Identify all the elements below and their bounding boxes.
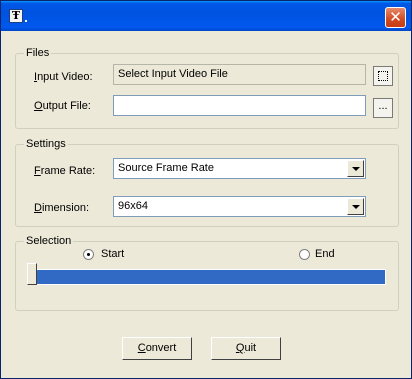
title-bar[interactable]: Ŧ ✕ — [1, 1, 411, 31]
output-file-label: Output File: — [34, 100, 91, 112]
chevron-down-icon[interactable] — [347, 160, 364, 177]
output-file-browse-button[interactable]: ... — [373, 98, 393, 118]
close-button[interactable]: ✕ — [385, 7, 406, 28]
selection-legend: Selection — [24, 234, 74, 248]
app-icon[interactable]: Ŧ — [9, 9, 23, 23]
frame-rate-label: Frame Rate: — [34, 165, 96, 177]
quit-button-label: uit — [244, 342, 257, 354]
frame-rate-value: Source Frame Rate — [118, 162, 214, 174]
frame-rate-label-text: rame Rate: — [40, 165, 96, 177]
dimension-label: Dimension: — [34, 202, 90, 214]
settings-legend: Settings — [24, 137, 68, 151]
input-video-label: Input Video: — [34, 71, 93, 83]
dimension-select[interactable]: 96x64 — [113, 196, 366, 217]
quit-button[interactable]: Quit — [211, 337, 281, 360]
focus-rect-icon — [378, 71, 388, 81]
output-file-field[interactable] — [113, 95, 366, 116]
output-file-label-text: utput File: — [42, 100, 91, 112]
chevron-down-icon[interactable] — [347, 198, 364, 215]
end-radio[interactable] — [299, 249, 310, 260]
input-video-field[interactable]: Select Input Video File — [113, 64, 366, 85]
dimension-label-text: imension: — [41, 202, 90, 214]
selection-slider-thumb[interactable] — [27, 263, 37, 285]
title-dot — [25, 20, 27, 22]
end-radio-label[interactable]: End — [315, 247, 335, 261]
files-legend: Files — [24, 46, 52, 60]
input-video-label-text: nput Video: — [37, 71, 93, 83]
start-radio[interactable] — [83, 249, 94, 260]
converter-window: Ŧ ✕ Files Input Video: Select Input Vide… — [0, 0, 412, 379]
convert-button-label: onvert — [145, 342, 177, 354]
convert-button[interactable]: Convert — [122, 337, 192, 360]
selection-slider-track[interactable] — [31, 269, 386, 285]
input-video-browse-button[interactable] — [373, 66, 393, 86]
frame-rate-select[interactable]: Source Frame Rate — [113, 158, 366, 179]
dimension-value: 96x64 — [118, 200, 148, 212]
start-radio-label[interactable]: Start — [101, 247, 124, 261]
